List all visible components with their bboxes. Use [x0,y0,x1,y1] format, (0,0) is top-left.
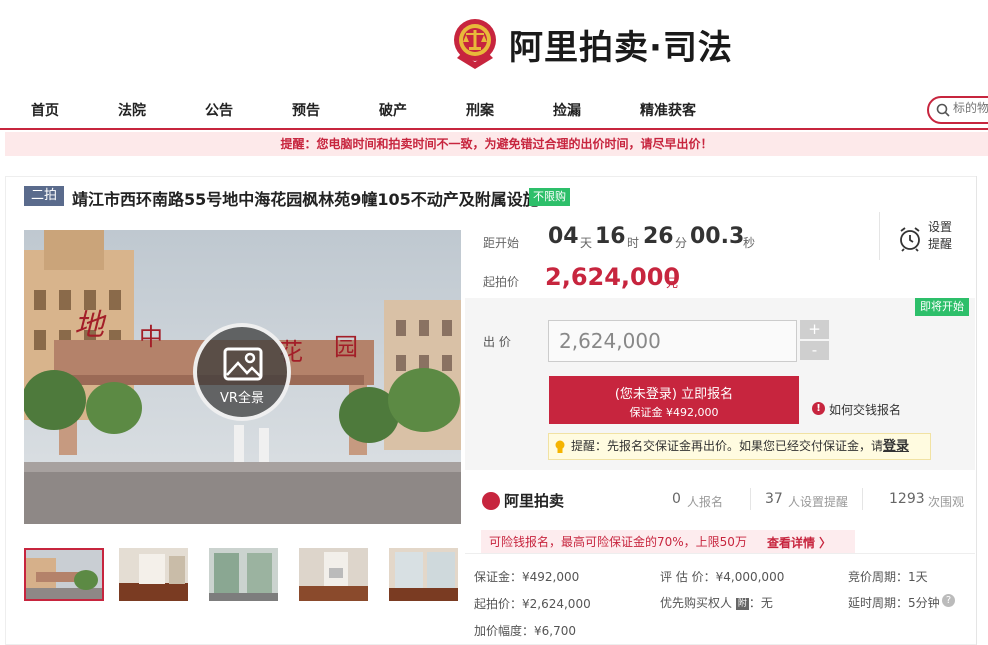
search-icon[interactable] [936,103,950,117]
start-price-value: 2,624,000 [545,263,681,291]
nav-item-bargain[interactable]: 捡漏 [553,100,581,120]
nav-item-court[interactable]: 法院 [118,100,146,120]
countdown-label: 距开始 [483,236,520,250]
vr-label: VR全景 [220,391,264,406]
thumbnail-1[interactable] [24,548,104,601]
priority-buyer-info: 优先购买权人 附：无 [660,594,773,611]
search-box [927,96,988,124]
thumbnail-image [209,548,278,601]
site-logo[interactable]: 阿里拍卖·司法 [451,18,733,70]
time-mismatch-notice: 提醒：您电脑时间和拍卖时间不一致，为避免错过合理的出价时间，请尽早出价！ [5,132,988,156]
appraisal-info: 评 估 价：¥4,000,000 [660,570,785,584]
bidding-cycle-info: 竞价周期：1天 [848,570,928,584]
how-to-pay-link[interactable]: 如何交钱报名 [829,401,901,418]
bid-amount-input[interactable] [548,320,797,362]
countdown-minutes-unit: 分 [675,236,688,250]
help-icon[interactable]: ? [942,594,955,607]
bid-label: 出 价 [483,335,511,349]
register-deposit-label: 保证金 ¥492,000 [629,406,719,419]
priority-value: ：无 [748,596,773,610]
page: 阿里拍卖·司法 首页 法院 公告 预告 破产 刑案 捡漏 精准获客 提醒：您电脑… [0,0,988,645]
item-title: 靖江市西环南路55号地中海花园枫林苑9幢105不动产及附属设施 [72,190,539,209]
nav-item-preview[interactable]: 预告 [292,100,320,120]
nav-divider [0,128,988,130]
main-nav: 首页 法院 公告 预告 破产 刑案 捡漏 精准获客 [0,92,988,130]
countdown-hours-unit: 时 [627,236,640,250]
start-price-info: 起拍价：¥2,624,000 [474,597,591,611]
signup-label: 人报名 [687,495,724,509]
alarm-clock-icon[interactable] [898,226,922,252]
svg-text:地: 地 [74,308,107,343]
no-purchase-limit-tag: 不限购 [529,188,570,206]
nav-item-home[interactable]: 首页 [31,100,59,120]
thumbnail-image [26,550,102,599]
delay-cycle-info: 延时周期：5分钟 [848,596,940,610]
thumbnail-3[interactable] [209,548,278,601]
right-column-edge [976,176,988,645]
svg-text:中: 中 [139,323,163,351]
image-icon [223,347,263,381]
set-reminder-link[interactable]: 设置提醒 [928,219,958,253]
countdown-seconds-unit: 秒 [743,236,756,250]
reminder-label: 人设置提醒 [788,495,849,509]
nav-item-leads[interactable]: 精准获客 [640,100,696,120]
ali-auction-text: 阿里拍卖 [504,492,565,510]
start-price-unit: 元 [666,276,679,290]
thumbnail-4[interactable] [299,548,368,601]
thumbnail-2[interactable] [119,548,188,601]
start-price-label: 起拍价 [483,275,520,289]
register-now-button[interactable]: (您未登录) 立即报名 保证金 ¥492,000 [549,376,799,424]
starting-soon-badge: 即将开始 [915,298,969,316]
decrease-bid-button[interactable]: - [800,341,829,360]
vr-panorama-button[interactable]: VR全景 [193,323,291,421]
increment-info: 加价幅度：¥6,700 [474,624,576,638]
login-link[interactable]: 登录 [883,439,909,454]
thumbnail-image [299,548,368,601]
attachment-tag[interactable]: 附 [735,598,749,610]
deposit-info: 保证金：¥492,000 [474,570,580,584]
nav-item-criminal[interactable]: 刑案 [466,100,494,120]
logo-text: 阿里拍卖·司法 [509,27,733,68]
countdown-minutes: 26 [643,224,674,249]
countdown-hours: 16 [595,224,626,249]
svg-text:园: 园 [334,333,358,361]
lightbulb-icon [555,440,565,453]
search-input[interactable] [953,101,988,115]
nav-item-announcement[interactable]: 公告 [205,100,233,120]
thumbnail-5[interactable] [389,548,458,601]
section-divider [465,553,975,554]
stat-divider [750,488,751,510]
divider [879,212,880,260]
ali-auction-logo: 阿里拍卖 [482,490,564,511]
register-button-label: (您未登录) 立即报名 [614,387,734,402]
view-details-link[interactable]: 查看详情 〉 [767,534,831,551]
countdown-days-unit: 天 [580,236,593,250]
stat-divider [862,488,863,510]
countdown-seconds: 00.3 [690,224,745,249]
nav-item-bankruptcy[interactable]: 破产 [379,100,407,120]
info-icon: ! [812,402,825,415]
countdown-days: 04 [548,224,579,249]
deposit-tip: 提醒：先报名交保证金再出价。如果您已经交付保证金，请登录 [548,433,931,460]
thumbnail-image [389,548,458,601]
reminder-count: 37 [765,491,783,507]
court-emblem-icon [454,19,496,69]
round-badge: 二拍 [24,186,64,206]
view-count: 1293 [889,491,925,507]
view-label: 次围观 [928,495,965,509]
priority-label: 优先购买权人 [660,596,733,610]
ali-auction-icon [482,491,500,510]
signup-count: 0 [672,491,681,507]
thumbnail-image [119,548,188,601]
increase-bid-button[interactable]: + [800,320,829,339]
tip-text: 提醒：先报名交保证金再出价。如果您已经交付保证金，请 [571,439,884,453]
